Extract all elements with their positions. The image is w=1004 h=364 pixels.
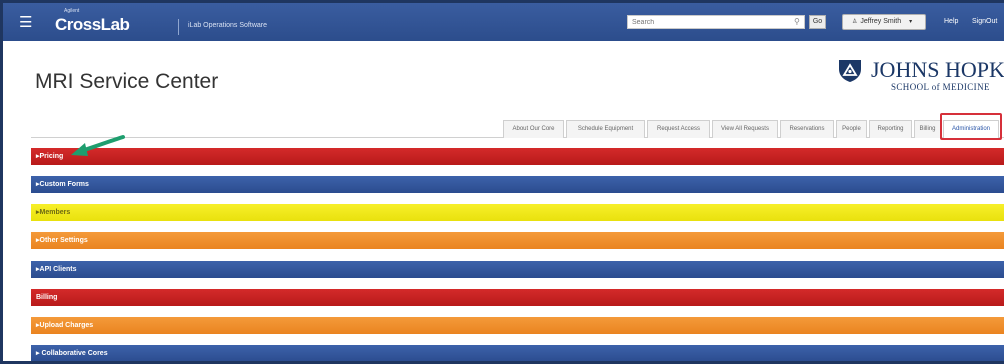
tab-reporting[interactable]: Reporting [869, 120, 912, 138]
section-api-clients[interactable]: ▸API Clients [31, 261, 1004, 278]
institution-name: JOHNS HOPKINS [871, 57, 1004, 82]
signout-link[interactable]: SignOut [972, 18, 997, 25]
page-title: MRI Service Center [35, 70, 219, 93]
pointer-arrow-icon [71, 135, 125, 156]
app-window: ☰ Agilent CrossLab iLab Operations Softw… [0, 0, 1004, 364]
section-billing[interactable]: Billing [31, 289, 1004, 306]
go-button[interactable]: Go [809, 15, 826, 29]
tab-billing[interactable]: Billing [914, 120, 941, 138]
top-navigation-bar: ☰ Agilent CrossLab iLab Operations Softw… [3, 3, 1004, 41]
institution-subtitle: SCHOOL of MEDICINE [891, 82, 990, 92]
hamburger-icon[interactable]: ☰ [19, 13, 32, 31]
tab-about-our-core[interactable]: About Our Core [503, 120, 564, 138]
brand-subtitle: iLab Operations Software [188, 22, 267, 29]
tab-view-all-requests[interactable]: View All Requests [712, 120, 778, 138]
brand-agilent-label: Agilent [64, 8, 80, 14]
section-pricing[interactable]: ▸Pricing [31, 148, 1004, 165]
highlight-annotation-box [940, 113, 1002, 140]
section-custom-forms[interactable]: ▸Custom Forms [31, 176, 1004, 193]
tab-people[interactable]: People [836, 120, 867, 138]
university-shield-icon [839, 60, 861, 82]
section-members[interactable]: ▸Members [31, 204, 1004, 221]
tab-request-access[interactable]: Request Access [647, 120, 710, 138]
brand-divider [178, 19, 179, 35]
section-collaborative-cores[interactable]: ▸ Collaborative Cores [31, 345, 1004, 361]
chevron-down-icon: ▾ [909, 19, 913, 25]
section-upload-charges[interactable]: ▸Upload Charges [31, 317, 1004, 334]
tab-schedule-equipment[interactable]: Schedule Equipment [566, 120, 645, 138]
institution-logo: JOHNS HOPKINS SCHOOL of MEDICINE [837, 57, 1004, 99]
help-link[interactable]: Help [944, 18, 958, 25]
search-input[interactable] [627, 15, 805, 29]
person-icon: ♙ [852, 19, 858, 25]
tab-reservations[interactable]: Reservations [780, 120, 834, 138]
section-other-settings[interactable]: ▸Other Settings [31, 232, 1004, 249]
user-menu-button[interactable]: ♙ Jeffrey Smith ▾ [842, 14, 926, 30]
search-icon[interactable]: ⚲ [794, 17, 800, 26]
brand-name: CrossLab [55, 15, 130, 34]
user-name: Jeffrey Smith [860, 18, 902, 25]
